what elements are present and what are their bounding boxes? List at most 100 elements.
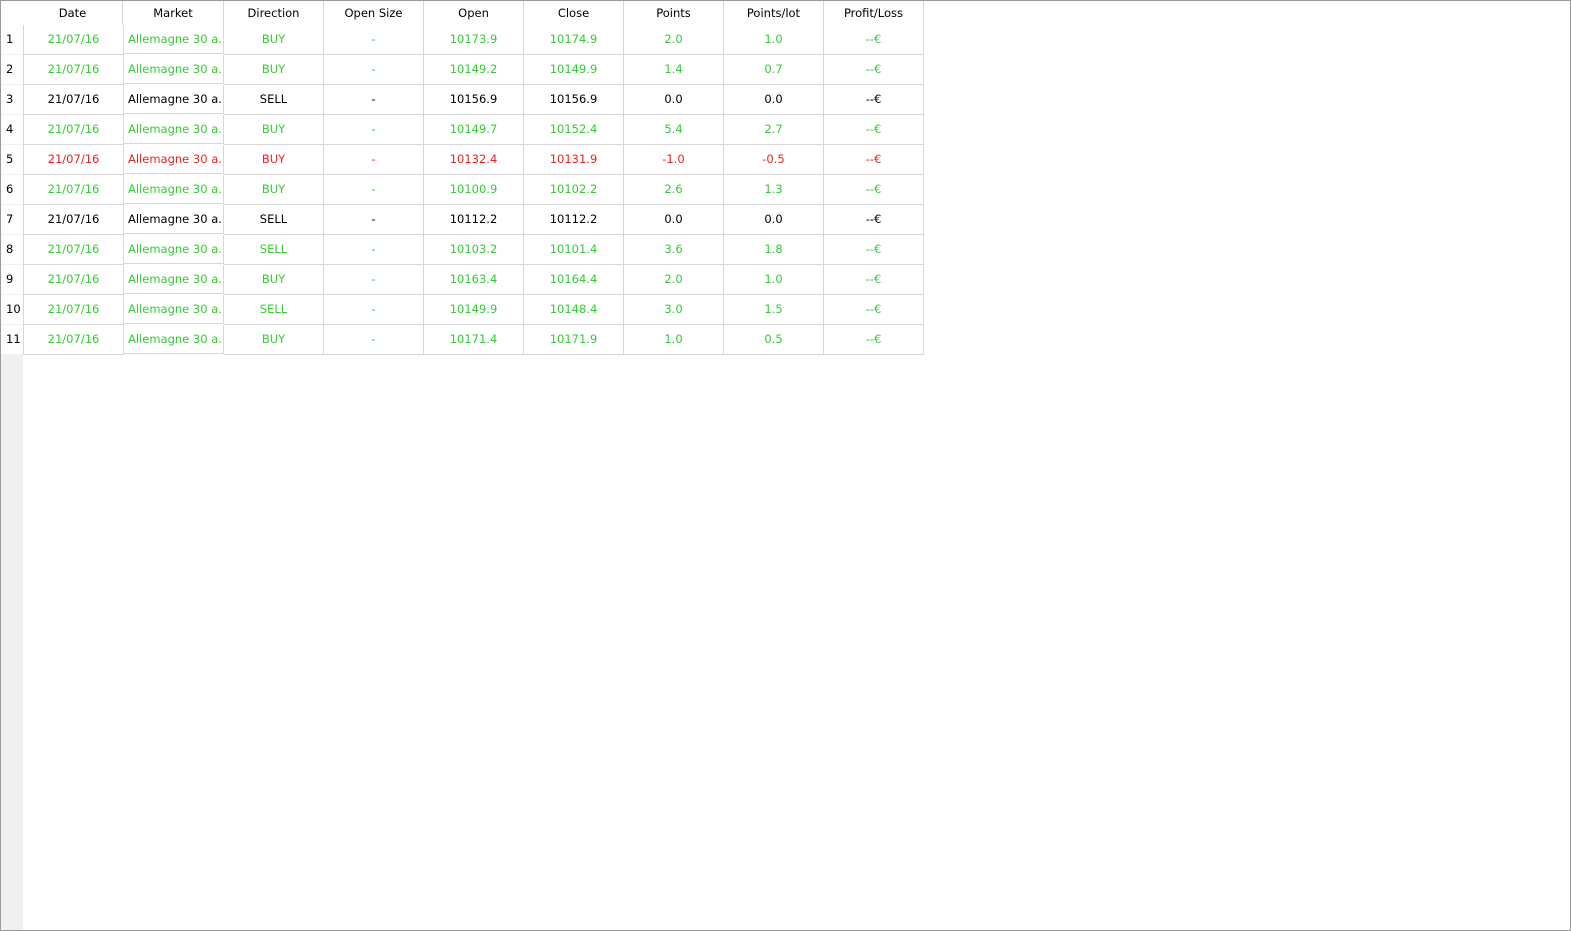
row-number[interactable]: 7 [1,205,23,234]
cell-market[interactable]: Allemagne 30 a... [124,85,224,114]
cell-direction[interactable]: BUY [224,175,324,205]
cell-open-size[interactable]: - [324,235,424,265]
cell-date[interactable]: 21/07/16 [23,115,124,145]
cell-profit-loss[interactable]: --€ [824,115,924,145]
cell-open-size[interactable]: - [324,175,424,205]
cell-open-size[interactable]: - [324,25,424,55]
cell-direction[interactable]: SELL [224,205,324,235]
row-number[interactable]: 2 [1,55,23,84]
cell-open-size[interactable]: - [324,145,424,175]
cell-close[interactable]: 10112.2 [524,205,624,235]
cell-points[interactable]: 2.0 [624,25,724,55]
cell-open[interactable]: 10149.7 [424,115,524,145]
column-header-profit-loss[interactable]: Profit/Loss [824,1,924,25]
row-number[interactable]: 1 [1,25,23,54]
column-header-points-lot[interactable]: Points/lot [724,1,824,25]
cell-profit-loss[interactable]: --€ [824,295,924,325]
cell-market[interactable]: Allemagne 30 a... [124,115,224,144]
table-row[interactable]: 5 21/07/16 Allemagne 30 a... BUY -10132.4 101… [1,145,924,175]
cell-points[interactable]: -1.0 [624,145,724,175]
cell-points-lot[interactable]: 0.0 [724,85,824,115]
cell-close[interactable]: 10101.4 [524,235,624,265]
table-row[interactable]: 9 21/07/16 Allemagne 30 a... BUY -10163.4 101… [1,265,924,295]
cell-date[interactable]: 21/07/16 [23,265,124,295]
column-header-direction[interactable]: Direction [224,1,324,25]
row-number[interactable]: 8 [1,235,23,264]
row-number[interactable]: 5 [1,145,23,174]
cell-date[interactable]: 21/07/16 [23,295,124,325]
column-header-points[interactable]: Points [624,1,724,25]
cell-direction[interactable]: BUY [224,115,324,145]
cell-points-lot[interactable]: 2.7 [724,115,824,145]
cell-open[interactable]: 10149.2 [424,55,524,85]
cell-profit-loss[interactable]: --€ [824,265,924,295]
cell-date[interactable]: 21/07/16 [23,85,124,115]
cell-open[interactable]: 10132.4 [424,145,524,175]
cell-points[interactable]: 3.6 [624,235,724,265]
cell-points-lot[interactable]: -0.5 [724,145,824,175]
row-number[interactable]: 9 [1,265,23,294]
cell-close[interactable]: 10156.9 [524,85,624,115]
cell-direction[interactable]: BUY [224,145,324,175]
cell-close[interactable]: 10131.9 [524,145,624,175]
cell-points[interactable]: 3.0 [624,295,724,325]
cell-points[interactable]: 5.4 [624,115,724,145]
cell-direction[interactable]: SELL [224,235,324,265]
row-number[interactable]: 3 [1,85,23,114]
cell-market[interactable]: Allemagne 30 a... [124,55,224,84]
cell-date[interactable]: 21/07/16 [23,25,124,55]
cell-close[interactable]: 10149.9 [524,55,624,85]
cell-close[interactable]: 10171.9 [524,325,624,355]
cell-close[interactable]: 10102.2 [524,175,624,205]
cell-close[interactable]: 10148.4 [524,295,624,325]
column-header-market[interactable]: Market [123,1,224,25]
cell-direction[interactable]: BUY [224,25,324,55]
column-header-date[interactable]: Date [23,1,123,25]
cell-direction[interactable]: SELL [224,85,324,115]
cell-close[interactable]: 10152.4 [524,115,624,145]
cell-points-lot[interactable]: 0.0 [724,205,824,235]
cell-points[interactable]: 2.6 [624,175,724,205]
cell-open[interactable]: 10149.9 [424,295,524,325]
cell-market[interactable]: Allemagne 30 a... [124,325,224,354]
cell-market[interactable]: Allemagne 30 a... [124,295,224,324]
cell-points-lot[interactable]: 1.0 [724,25,824,55]
row-number[interactable]: 6 [1,175,23,204]
cell-market[interactable]: Allemagne 30 a... [124,175,224,204]
cell-direction[interactable]: BUY [224,265,324,295]
cell-points[interactable]: 1.4 [624,55,724,85]
cell-open[interactable]: 10173.9 [424,25,524,55]
cell-direction[interactable]: BUY [224,325,324,355]
cell-date[interactable]: 21/07/16 [23,55,124,85]
cell-points-lot[interactable]: 0.7 [724,55,824,85]
cell-points[interactable]: 2.0 [624,265,724,295]
cell-date[interactable]: 21/07/16 [23,145,124,175]
cell-open[interactable]: 10171.4 [424,325,524,355]
column-header-open[interactable]: Open [424,1,524,25]
cell-profit-loss[interactable]: --€ [824,205,924,235]
cell-open[interactable]: 10112.2 [424,205,524,235]
cell-market[interactable]: Allemagne 30 a... [124,145,224,174]
table-row[interactable]: 10 21/07/16 Allemagne 30 a... SELL -10149.9 1… [1,295,924,325]
cell-date[interactable]: 21/07/16 [23,235,124,265]
cell-profit-loss[interactable]: --€ [824,55,924,85]
cell-date[interactable]: 21/07/16 [23,175,124,205]
cell-close[interactable]: 10164.4 [524,265,624,295]
cell-profit-loss[interactable]: --€ [824,325,924,355]
cell-market[interactable]: Allemagne 30 a... [124,235,224,264]
table-row[interactable]: 11 21/07/16 Allemagne 30 a... BUY -10171.4 10… [1,325,924,355]
row-number[interactable]: 4 [1,115,23,144]
table-row[interactable]: 3 21/07/16 Allemagne 30 a... SELL -10156.9 10… [1,85,924,115]
cell-open-size[interactable]: - [324,85,424,115]
table-row[interactable]: 7 21/07/16 Allemagne 30 a... SELL -10112.2 10… [1,205,924,235]
table-row[interactable]: 6 21/07/16 Allemagne 30 a... BUY -10100.9 101… [1,175,924,205]
cell-profit-loss[interactable]: --€ [824,175,924,205]
cell-points-lot[interactable]: 1.0 [724,265,824,295]
table-row[interactable]: 1 21/07/16 Allemagne 30 a... BUY -10173.9 101… [1,25,924,55]
table-row[interactable]: 4 21/07/16 Allemagne 30 a... BUY -10149.7 101… [1,115,924,145]
cell-close[interactable]: 10174.9 [524,25,624,55]
cell-profit-loss[interactable]: --€ [824,145,924,175]
column-header-open-size[interactable]: Open Size [324,1,424,25]
table-row[interactable]: 2 21/07/16 Allemagne 30 a... BUY -10149.2 101… [1,55,924,85]
cell-open-size[interactable]: - [324,115,424,145]
